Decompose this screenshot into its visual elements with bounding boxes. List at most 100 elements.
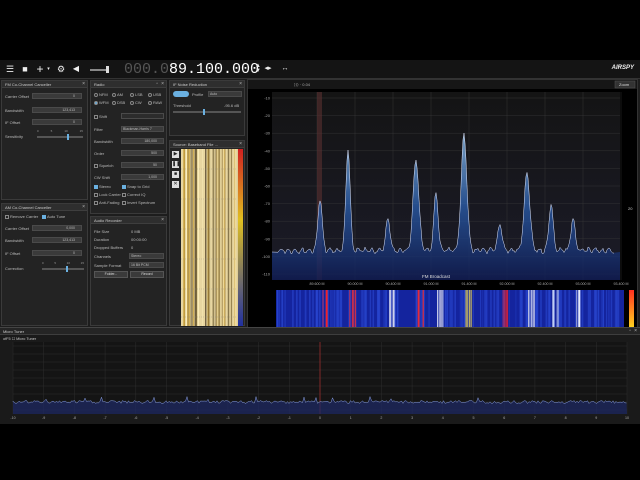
settings-icon[interactable]: ⚙ [56,64,66,74]
waterfall-line [185,149,188,326]
y-tick-label: -70 [264,201,271,206]
waterfall-line [222,149,224,326]
record-button[interactable]: Record [130,271,164,278]
y-tick-label: -30 [264,131,271,136]
bandwidth-field[interactable]: 180,000 [121,138,164,144]
shift-field[interactable] [121,113,164,119]
volume-icon[interactable]: ◀ [71,64,81,74]
auto-tune-checkbox[interactable]: Auto Tune [42,214,65,219]
panel-title: FM Co-Channel Canceller × [2,81,87,88]
stereo-checkbox[interactable]: Stereo [94,184,111,189]
carrier-offset-field[interactable]: 0,000 [32,225,82,231]
folder-button[interactable]: Folder... [94,271,128,278]
x-tick-label: 91.400 M [462,282,477,286]
anti-fading-checkbox[interactable]: Anti-Fading [94,200,119,205]
micro-tuner-svg[interactable]: ofF5 ☐ Micro Tuner-10 -9 -8 -7 -6 -5 -4 -3 -2 -1 0… [1,336,639,424]
waterfall-line [213,149,215,326]
duration-value: 00:00:00 [131,237,147,242]
y-tick-label: -80 [264,219,271,224]
frequency-display[interactable]: 000.089.100.000 [124,61,259,78]
step-arrows-icon[interactable]: ◂▸ [263,64,273,74]
x-tick-label: 91.000 M [424,282,439,286]
correction-slider[interactable] [42,266,84,272]
cw-shift-field[interactable]: 1,000 [121,174,164,180]
mode-wfm[interactable]: WFM [94,100,109,105]
main-toolbar: ☰ ■ + ▾ ⚙ ◀ 000.089.100.000 ▲ ▼ ◂▸ ↔ AIRS… [0,60,640,79]
y-tick-label: -60 [264,184,271,189]
sample-format-label: Sample Format [94,263,122,268]
sensitivity-slider[interactable] [37,134,83,140]
mode-raw[interactable]: RAW [148,100,162,105]
right-scale-value: 20 [628,206,633,211]
mode-nfm[interactable]: NFM [94,92,108,97]
carrier-offset-label: Carrier Offset [5,226,29,231]
channels-select[interactable]: Stereo [129,253,164,259]
order-label: Order [94,151,105,156]
mode-lsb[interactable]: LSB [130,92,143,97]
x-tick-label: 1 [350,416,352,420]
menu-icon[interactable]: ☰ [5,64,15,74]
chevron-down-icon[interactable]: ▾ [46,64,51,74]
squelch-checkbox[interactable]: Squelch [94,163,113,168]
mode-cw[interactable]: CW [130,100,142,105]
baseband-waterfall [181,149,243,326]
y-tick-label: -110 [262,272,270,277]
waterfall-line [188,149,190,326]
close-icon[interactable]: × [239,81,242,88]
squelch-field[interactable]: 50 [121,162,164,168]
zoom-label: Zoom [619,82,630,87]
shift-checkbox[interactable]: Shift [94,114,107,119]
close-icon[interactable]: × [239,141,242,148]
close-icon[interactable]: × [161,81,164,88]
airspy-logo: AIRSPY [611,65,634,71]
pin-icon[interactable]: ▫ [629,328,631,335]
lock-carrier-checkbox[interactable]: Lock Carrier [94,192,121,197]
close-icon[interactable]: × [82,81,85,88]
pause-icon[interactable]: ❚❚ [172,161,180,168]
bandwidth-field[interactable]: 123,413 [32,107,82,113]
tune-updown-icon[interactable]: ▲ ▼ [253,63,263,74]
waterfall-line [224,149,226,326]
volume-slider[interactable] [90,66,109,73]
play-icon[interactable]: ▶ [172,151,179,158]
carrier-offset-field[interactable]: 0 [32,93,82,99]
profile-select[interactable]: Auto [208,91,242,97]
close-icon[interactable]: × [161,217,164,224]
order-field[interactable]: 500 [121,150,164,156]
mode-usb[interactable]: USB [148,92,161,97]
mode-dsb[interactable]: DSB [112,100,125,105]
threshold-slider[interactable] [173,109,241,115]
add-icon[interactable]: + [35,63,45,75]
stop-icon[interactable]: ■ [20,64,30,74]
mode-am[interactable]: AM [112,92,123,97]
x-tick-label: -5 [165,416,168,420]
if-offset-label: IF Offset [5,120,21,125]
panel-title: Source: Baseband File ... × [170,141,244,148]
waterfall-line [215,149,217,326]
pin-icon[interactable]: ▫ [156,81,158,88]
x-tick-label: -8 [73,416,76,420]
y-tick-label: -10 [264,96,271,101]
if-offset-field[interactable]: 0 [32,119,82,125]
close-icon[interactable]: × [82,204,85,211]
snap-to-grid-checkbox[interactable]: Snap to Grid [122,184,149,189]
noise-reduction-toggle[interactable] [173,91,189,97]
stop-icon[interactable]: ■ [172,171,179,178]
waterfall-line [193,149,195,326]
bandwidth-field[interactable]: 123,413 [32,237,82,243]
correction-label: Correction [5,266,24,271]
close-icon[interactable]: ✕ [172,181,179,188]
sample-format-select[interactable]: 16 Bit PCM [129,262,164,268]
dropped-buffers-label: Dropped Buffers [94,245,124,250]
waterfall-line [183,149,185,326]
channels-label: Channels [94,254,111,259]
correct-iq-checkbox[interactable]: Correct IQ [122,192,145,197]
close-icon[interactable]: × [634,328,637,335]
filter-select[interactable]: Blackman-Harris 7 [121,126,164,132]
span-icon[interactable]: ↔ [280,64,290,74]
invert-spectrum-checkbox[interactable]: Invert Spectrum [122,200,155,205]
remove-carrier-checkbox[interactable]: Remove Carrier [5,214,38,219]
sensitivity-ticks: 0 5 10 15 [37,129,83,133]
waterfall-line [221,149,223,326]
if-offset-field[interactable]: 0 [32,250,82,256]
